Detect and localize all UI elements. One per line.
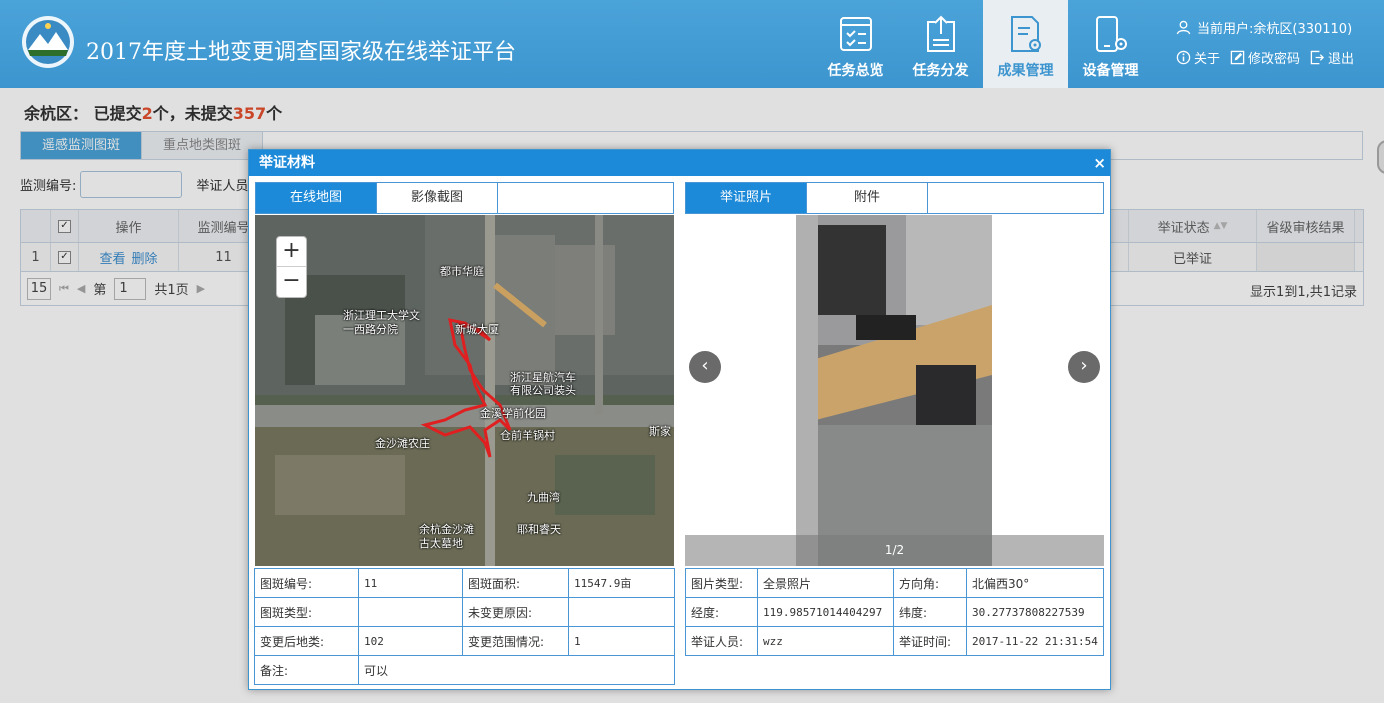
photo-counter-bar: 1/2 [685, 535, 1104, 566]
map-label: 斯家 [649, 425, 671, 438]
tab-attachment[interactable]: 附件 [807, 183, 928, 213]
type-label: 图斑类型: [254, 597, 359, 627]
time-label: 举证时间: [893, 626, 967, 656]
user-icon [1176, 20, 1191, 34]
map-label: 新城大厦 [455, 323, 499, 336]
task-overview-icon [839, 17, 872, 51]
remark-value: 可以 [358, 655, 675, 685]
azimuth-label: 方向角: [893, 568, 967, 598]
change-password-label: 修改密码 [1248, 51, 1301, 67]
img-type-label: 图片类型: [685, 568, 758, 598]
nav-task-overview[interactable]: 任务总览 [813, 0, 898, 88]
map-label: 一西路分院 [343, 323, 398, 336]
office-photo-image [796, 215, 992, 566]
patch-no-value: 11 [358, 568, 463, 598]
area-label: 图斑面积: [462, 568, 569, 598]
prev-photo-button[interactable]: ‹ [689, 351, 721, 383]
result-manage-icon [1010, 16, 1041, 52]
photo-info-table: 图片类型: 全景照片 方向角: 北偏西30° 经度: 119.985710144… [685, 568, 1104, 656]
online-map[interactable]: 都市华庭 浙江理工大学文 一西路分院 新城大厦 浙江星航汽车 有限公司装头 金溪… [255, 215, 674, 566]
about-link[interactable]: 关于 [1176, 48, 1220, 67]
nav-task-distribute[interactable]: 任务分发 [898, 0, 983, 88]
patch-no-label: 图斑编号: [254, 568, 359, 598]
scope-label: 变更范围情况: [462, 626, 569, 656]
map-label: 都市华庭 [440, 265, 484, 278]
lon-value: 119.98571014404297 [757, 597, 894, 627]
lat-label: 纬度: [893, 597, 967, 627]
azimuth-value: 北偏西30° [966, 568, 1104, 598]
reason-label: 未变更原因: [462, 597, 569, 627]
person-label: 举证人员: [685, 626, 758, 656]
time-value: 2017-11-22 21:31:54 [966, 626, 1104, 656]
header: 2017年度土地变更调查国家级在线举证平台 任务总览 任务分发 成果管理 设备管… [0, 0, 1384, 88]
close-icon[interactable]: × [1093, 150, 1106, 176]
map-zoom-control: + − [276, 236, 307, 298]
nav-task-overview-label: 任务总览 [827, 63, 884, 79]
nav-device-manage[interactable]: 设备管理 [1068, 0, 1153, 88]
change-password-link[interactable]: 修改密码 [1230, 48, 1300, 67]
person-value: wzz [757, 626, 894, 656]
img-type-value: 全景照片 [757, 568, 894, 598]
nav-task-distribute-label: 任务分发 [912, 63, 969, 79]
zoom-out-button[interactable]: − [277, 267, 306, 297]
edge-scroll-handle[interactable] [1377, 140, 1384, 174]
tab-image-capture[interactable]: 影像截图 [377, 183, 498, 213]
info-icon [1176, 50, 1191, 64]
map-label: 仓前羊锅村 [500, 429, 555, 442]
map-label: 金沙滩农庄 [375, 437, 430, 450]
nav-result-manage-label: 成果管理 [997, 63, 1054, 79]
app-title: 2017年度土地变更调查国家级在线举证平台 [86, 40, 516, 65]
tab-evidence-photo[interactable]: 举证照片 [686, 183, 807, 213]
photo-viewer: ‹ › 1/2 [685, 215, 1104, 566]
map-pane-tabs: 在线地图 影像截图 [255, 182, 674, 214]
lat-value: 30.27737808227539 [966, 597, 1104, 627]
about-label: 关于 [1194, 51, 1221, 67]
photo-pane-tabs: 举证照片 附件 [685, 182, 1104, 214]
current-user: 当前用户:余杭区(330110) [1197, 21, 1353, 37]
map-label: 古太墓地 [419, 537, 463, 550]
nav-device-manage-label: 设备管理 [1082, 63, 1139, 79]
edit-icon [1230, 50, 1245, 64]
evidence-photo [796, 215, 992, 566]
map-label: 耶和睿天 [517, 523, 561, 536]
logout-label: 退出 [1328, 51, 1355, 67]
user-box: 当前用户:余杭区(330110) 关于 修改密码 退出 [1176, 16, 1376, 68]
main-nav: 任务总览 任务分发 成果管理 设备管理 [813, 0, 1153, 88]
task-distribute-icon [926, 15, 955, 52]
scope-value: 1 [568, 626, 675, 656]
tab-online-map[interactable]: 在线地图 [256, 183, 377, 213]
lon-label: 经度: [685, 597, 758, 627]
logout-link[interactable]: 退出 [1310, 48, 1354, 67]
ministry-logo-icon [22, 16, 74, 68]
remark-label: 备注: [254, 655, 359, 685]
next-photo-button[interactable]: › [1068, 351, 1100, 383]
logout-icon [1310, 50, 1325, 64]
evidence-modal: 举证材料 × 在线地图 影像截图 都市华庭 浙江理工大学文 一西路分院 新城大厦… [248, 149, 1111, 690]
new-class-label: 变更后地类: [254, 626, 359, 656]
new-class-value: 102 [358, 626, 463, 656]
area-value: 11547.9亩 [568, 568, 675, 598]
nav-result-manage[interactable]: 成果管理 [983, 0, 1068, 88]
type-value [358, 597, 463, 627]
map-label: 金溪学前化园 [480, 407, 546, 420]
modal-title: 举证材料 [259, 155, 315, 171]
modal-header: 举证材料 × [249, 150, 1110, 176]
map-label: 九曲湾 [527, 491, 560, 504]
reason-value [568, 597, 675, 627]
device-manage-icon [1095, 16, 1127, 52]
zoom-in-button[interactable]: + [277, 237, 306, 267]
photo-counter: 1/2 [884, 543, 905, 557]
map-label: 有限公司装头 [510, 384, 576, 397]
patch-info-table: 图斑编号: 11 图斑面积: 11547.9亩 图斑类型: 未变更原因: 变更后… [254, 568, 675, 685]
